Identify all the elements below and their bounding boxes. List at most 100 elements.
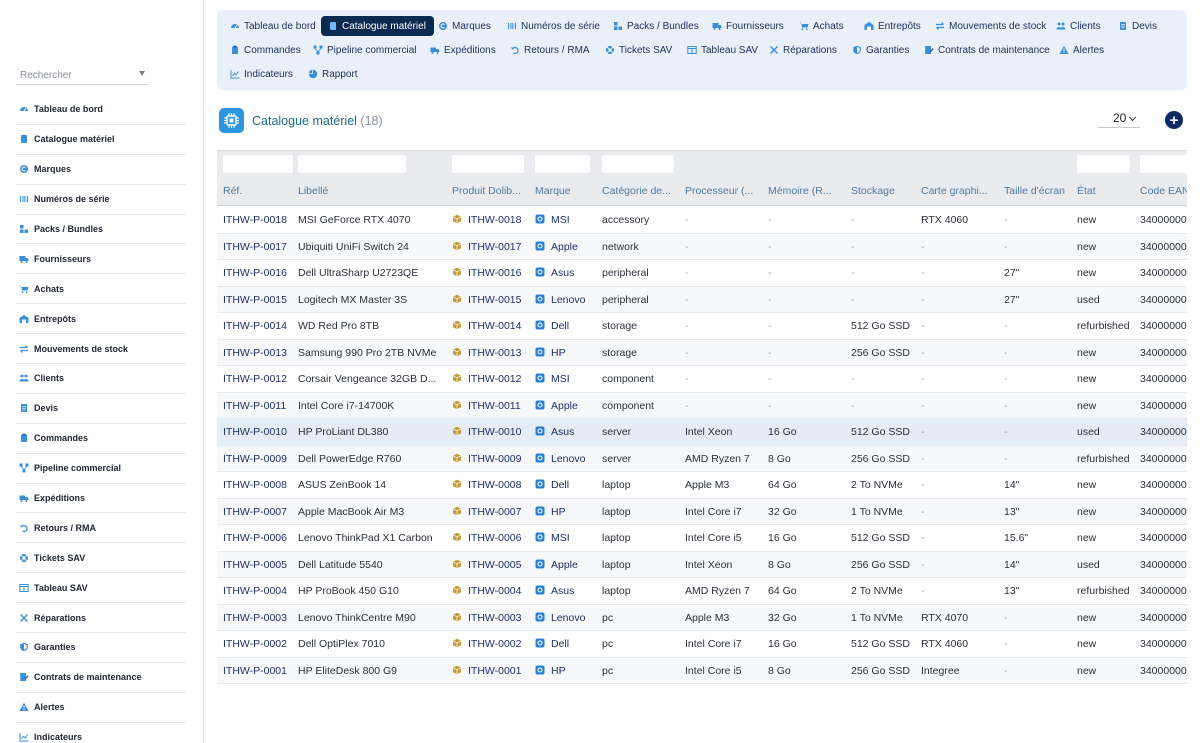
sidebar-item-devis[interactable]: Devis	[16, 394, 186, 424]
cell-ref[interactable]: ITHW-P-0008	[223, 479, 287, 491]
sidebar-item-fournisseurs[interactable]: Fournisseurs	[16, 244, 186, 275]
cell-ref[interactable]: ITHW-P-0018	[223, 214, 287, 226]
cell-marque[interactable]: Asus	[535, 426, 574, 438]
table-row[interactable]: ITHW-P-0012 Corsair Vengeance 32GB D... IT…	[217, 366, 1187, 393]
cell-marque[interactable]: Lenovo	[535, 453, 585, 465]
top-menu-item-reparations[interactable]: Réparations	[762, 40, 845, 60]
column-header-taille-d-ecran[interactable]: Taille d'écran	[1004, 185, 1065, 197]
table-row[interactable]: ITHW-P-0014 WD Red Pro 8TB ITHW-0014 Dell st…	[217, 313, 1187, 340]
table-row[interactable]: ITHW-P-0015 Logitech MX Master 3S ITHW-001…	[217, 286, 1187, 313]
top-menu-item-pipeline-commercial[interactable]: Pipeline commercial	[306, 40, 424, 60]
column-header-code-ean[interactable]: Code EAN	[1140, 185, 1187, 197]
column-header-ref[interactable]: Réf.	[223, 185, 242, 197]
column-filter-input[interactable]	[298, 155, 406, 173]
column-header-libelle[interactable]: Libellé	[298, 185, 328, 197]
sidebar-item-alertes[interactable]: Alertes	[16, 693, 186, 723]
table-row[interactable]: ITHW-P-0010 HP ProLiant DL380 ITHW-0010 Asu…	[217, 419, 1187, 446]
cell-produit-dolib[interactable]: ITHW-0007	[452, 506, 522, 518]
column-filter-input[interactable]	[452, 155, 524, 173]
column-header-marque[interactable]: Marque	[535, 185, 571, 197]
sidebar-item-contrats-de-maintenance[interactable]: Contrats de maintenance	[16, 663, 186, 693]
table-row[interactable]: ITHW-P-0011 Intel Core i7-14700K ITHW-0011…	[217, 392, 1187, 419]
cell-marque[interactable]: HP	[535, 347, 566, 359]
top-menu-item-indicateurs[interactable]: Indicateurs	[223, 64, 301, 84]
top-menu-item-tickets-sav[interactable]: Tickets SAV	[598, 40, 680, 60]
sidebar-search-select[interactable]: Rechercher	[16, 66, 149, 85]
table-row[interactable]: ITHW-P-0005 Dell Latitude 5540 ITHW-0005 Ap…	[217, 551, 1187, 578]
table-row[interactable]: ITHW-P-0018 MSI GeForce RTX 4070 ITHW-0018…	[217, 207, 1187, 234]
cell-produit-dolib[interactable]: ITHW-0009	[452, 453, 522, 465]
cell-marque[interactable]: HP	[535, 506, 566, 518]
column-filter-input[interactable]	[602, 155, 674, 173]
cell-produit-dolib[interactable]: ITHW-0010	[452, 426, 522, 438]
table-row[interactable]: ITHW-P-0017 Ubiquiti UniFi Switch 24 ITHW-…	[217, 233, 1187, 260]
table-row[interactable]: ITHW-P-0016 Dell UltraSharp U2723QE ITHW-0…	[217, 260, 1187, 287]
column-header-stockage[interactable]: Stockage	[851, 185, 895, 197]
top-menu-item-rapport[interactable]: Rapport	[301, 64, 366, 84]
cell-marque[interactable]: Dell	[535, 479, 569, 491]
cell-produit-dolib[interactable]: ITHW-0004	[452, 585, 522, 597]
column-header-carte-graphi[interactable]: Carte graphi...	[921, 185, 988, 197]
cell-marque[interactable]: Asus	[535, 267, 574, 279]
top-menu-item-garanties[interactable]: Garanties	[845, 40, 917, 60]
column-header-categorie-de[interactable]: Catégorie de...	[602, 185, 671, 197]
cell-ref[interactable]: ITHW-P-0003	[223, 612, 287, 624]
table-row[interactable]: ITHW-P-0001 HP EliteDesk 800 G9 ITHW-0001 H…	[217, 657, 1187, 684]
sidebar-item-clients[interactable]: Clients	[16, 364, 186, 394]
sidebar-item-numeros-de-serie[interactable]: Numéros de série	[16, 185, 186, 215]
column-filter-input[interactable]	[535, 155, 590, 173]
top-menu-item-packs-bundles[interactable]: Packs / Bundles	[606, 16, 707, 36]
cell-ref[interactable]: ITHW-P-0013	[223, 347, 287, 359]
table-row[interactable]: ITHW-P-0013 Samsung 990 Pro 2TB NVMe ITHW-…	[217, 339, 1187, 366]
column-filter-input[interactable]	[1077, 155, 1130, 173]
cell-marque[interactable]: Lenovo	[535, 294, 585, 306]
add-record-button[interactable]: +	[1165, 111, 1183, 129]
top-menu-item-retours-rma[interactable]: Retours / RMA	[503, 40, 598, 60]
sidebar-item-pipeline-commercial[interactable]: Pipeline commercial	[16, 454, 186, 484]
top-menu-item-clients[interactable]: Clients	[1049, 16, 1109, 36]
table-row[interactable]: ITHW-P-0004 HP ProBook 450 G10 ITHW-0004 As…	[217, 578, 1187, 605]
cell-marque[interactable]: MSI	[535, 532, 570, 544]
top-menu-item-tableau-sav[interactable]: Tableau SAV	[680, 40, 766, 60]
cell-produit-dolib[interactable]: ITHW-0005	[452, 559, 522, 571]
cell-produit-dolib[interactable]: ITHW-0006	[452, 532, 522, 544]
cell-ref[interactable]: ITHW-P-0001	[223, 665, 287, 677]
cell-produit-dolib[interactable]: ITHW-0016	[452, 267, 522, 279]
cell-produit-dolib[interactable]: ITHW-0003	[452, 612, 522, 624]
sidebar-item-expeditions[interactable]: Expéditions	[16, 484, 186, 514]
top-menu-item-fournisseurs[interactable]: Fournisseurs	[705, 16, 792, 36]
top-menu-item-contrats-de-maintenance[interactable]: Contrats de maintenance	[917, 40, 1058, 60]
cell-marque[interactable]: Asus	[535, 585, 574, 597]
sidebar-item-marques[interactable]: Marques	[16, 155, 186, 185]
cell-ref[interactable]: ITHW-P-0015	[223, 294, 287, 306]
sidebar-item-packs-bundles[interactable]: Packs / Bundles	[16, 215, 186, 245]
sidebar-item-tableau-sav[interactable]: Tableau SAV	[16, 573, 186, 604]
cell-marque[interactable]: HP	[535, 665, 566, 677]
top-menu-item-mouvements-de-stock[interactable]: Mouvements de stock	[928, 16, 1054, 36]
cell-ref[interactable]: ITHW-P-0007	[223, 506, 287, 518]
table-row[interactable]: ITHW-P-0006 Lenovo ThinkPad X1 Carbon ITHW…	[217, 525, 1187, 552]
top-menu-item-devis[interactable]: Devis	[1111, 16, 1165, 36]
top-menu-item-tableau-de-bord[interactable]: Tableau de bord	[223, 16, 324, 36]
cell-ref[interactable]: ITHW-P-0014	[223, 320, 287, 332]
cell-marque[interactable]: MSI	[535, 373, 570, 385]
sidebar-item-achats[interactable]: Achats	[16, 274, 186, 305]
cell-marque[interactable]: Dell	[535, 638, 569, 650]
sidebar-item-commandes[interactable]: Commandes	[16, 424, 186, 454]
cell-ref[interactable]: ITHW-P-0010	[223, 426, 287, 438]
table-row[interactable]: ITHW-P-0003 Lenovo ThinkCentre M90 ITHW-00…	[217, 604, 1187, 631]
cell-produit-dolib[interactable]: ITHW-0001	[452, 665, 522, 677]
sidebar-item-garanties[interactable]: Garanties	[16, 633, 186, 663]
top-menu-item-commandes[interactable]: Commandes	[223, 40, 309, 60]
cell-produit-dolib[interactable]: ITHW-0017	[452, 241, 522, 253]
column-header-memoire-r[interactable]: Mémoire (R...	[768, 185, 832, 197]
table-row[interactable]: ITHW-P-0008 ASUS ZenBook 14 ITHW-0008 Dell l…	[217, 472, 1187, 499]
column-filter-input[interactable]	[1140, 155, 1187, 173]
cell-marque[interactable]: Lenovo	[535, 612, 585, 624]
sidebar-item-indicateurs[interactable]: Indicateurs	[16, 723, 186, 743]
cell-ref[interactable]: ITHW-P-0009	[223, 453, 287, 465]
column-header-produit-dolib[interactable]: Produit Dolib...	[452, 185, 521, 197]
cell-ref[interactable]: ITHW-P-0002	[223, 638, 287, 650]
cell-produit-dolib[interactable]: ITHW-0012	[452, 373, 522, 385]
table-row[interactable]: ITHW-P-0002 Dell OptiPlex 7010 ITHW-0002 De…	[217, 631, 1187, 658]
